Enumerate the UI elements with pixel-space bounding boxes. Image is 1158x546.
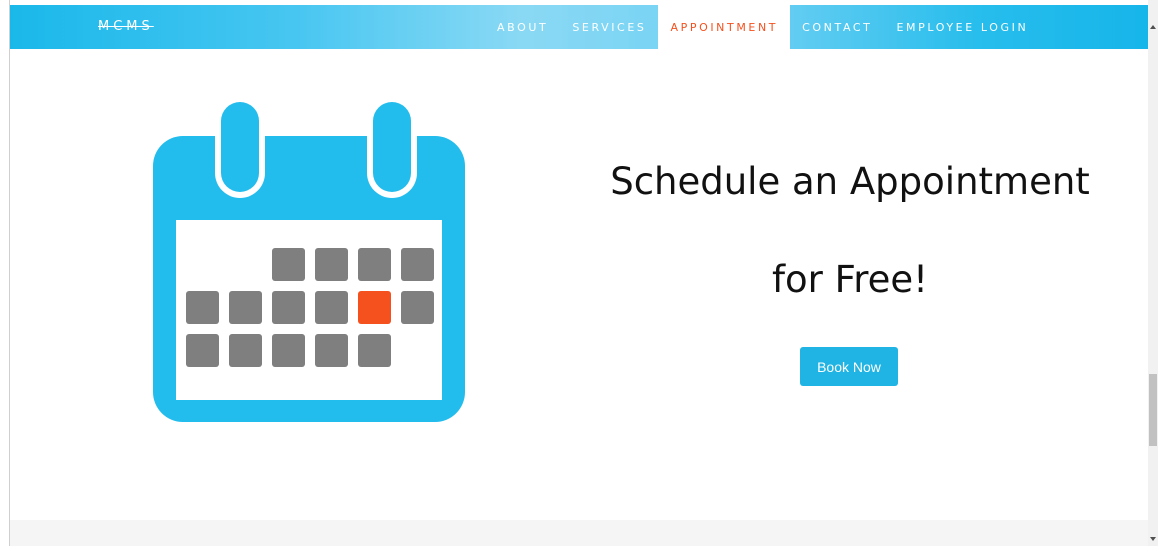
book-now-button[interactable]: Book Now xyxy=(800,347,898,386)
nav-item-services[interactable]: SERVICES xyxy=(560,5,658,49)
calendar-day xyxy=(358,248,391,281)
next-section-strip xyxy=(10,520,1149,546)
calendar-day-highlighted xyxy=(358,291,391,324)
nav-links: ABOUT SERVICES APPOINTMENT CONTACT EMPLO… xyxy=(485,5,1040,49)
calendar-day xyxy=(272,291,305,324)
window-left-edge xyxy=(0,0,10,546)
hero-heading-line1: Schedule an Appointment xyxy=(610,160,1090,203)
calendar-ring-left xyxy=(221,102,259,192)
calendar-day xyxy=(186,291,219,324)
calendar-icon-graphic xyxy=(153,96,465,422)
calendar-day xyxy=(401,248,434,281)
calendar-day xyxy=(401,291,434,324)
nav-item-employee-login[interactable]: EMPLOYEE LOGIN xyxy=(885,5,1041,49)
calendar-day xyxy=(229,334,262,367)
nav-item-appointment[interactable]: APPOINTMENT xyxy=(658,5,791,49)
calendar-day xyxy=(229,291,262,324)
nav-item-about[interactable]: ABOUT xyxy=(485,5,560,49)
calendar-day xyxy=(315,248,348,281)
top-navbar: MCMS ABOUT SERVICES APPOINTMENT CONTACT … xyxy=(10,5,1149,49)
scroll-down-icon[interactable] xyxy=(1150,537,1156,541)
hero-heading-line2: for Free! xyxy=(772,258,928,301)
calendar-day xyxy=(315,291,348,324)
calendar-day xyxy=(186,334,219,367)
calendar-day xyxy=(272,334,305,367)
nav-item-contact[interactable]: CONTACT xyxy=(790,5,884,49)
scroll-thumb[interactable] xyxy=(1149,374,1157,446)
calendar-day xyxy=(358,334,391,367)
scrollbar[interactable] xyxy=(1148,0,1158,546)
hero-text: Schedule an Appointment for Free! xyxy=(580,160,1120,302)
brand-logo[interactable]: MCMS xyxy=(98,19,154,34)
page-viewport: MCMS ABOUT SERVICES APPOINTMENT CONTACT … xyxy=(0,0,1158,546)
calendar-day xyxy=(272,248,305,281)
calendar-icon xyxy=(153,96,467,428)
calendar-ring-right xyxy=(373,102,411,192)
calendar-day xyxy=(315,334,348,367)
scroll-up-icon[interactable] xyxy=(1150,25,1156,29)
